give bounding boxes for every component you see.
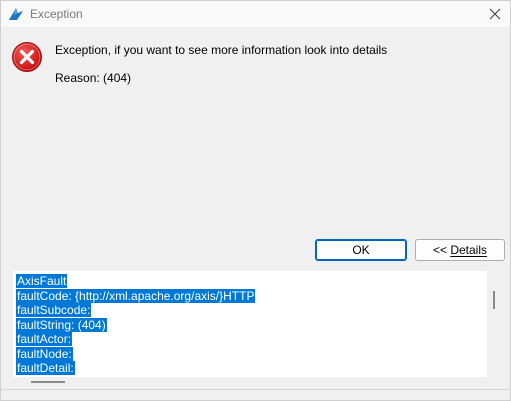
details-button-label: Details xyxy=(450,243,488,257)
horizontal-scrollbar-thumb[interactable] xyxy=(31,381,65,383)
details-line: faultSubcode: xyxy=(16,303,92,317)
ok-button[interactable]: OK xyxy=(315,239,407,261)
app-logo-icon xyxy=(9,8,23,20)
title-bar: Exception xyxy=(1,1,510,27)
window-title: Exception xyxy=(30,7,83,21)
details-line: AxisFault xyxy=(16,274,68,288)
vertical-scrollbar[interactable] xyxy=(487,271,501,377)
vertical-scrollbar-thumb[interactable] xyxy=(493,291,495,309)
error-reason: Reason: (404) xyxy=(55,71,132,85)
details-toggle-button[interactable]: << Details xyxy=(415,239,505,261)
error-icon xyxy=(12,42,42,72)
details-line: faultCode: {http://xml.apache.org/axis/}… xyxy=(16,288,256,303)
details-line: faultNode: xyxy=(16,346,73,361)
details-line: faultString: (404) xyxy=(16,317,107,332)
error-message: Exception, if you want to see more infor… xyxy=(55,43,388,57)
details-button-prefix: << xyxy=(432,243,451,257)
exception-dialog: Exception Exception, if you want to see … xyxy=(0,0,511,401)
details-line: faultDetail: xyxy=(16,361,75,375)
details-text-area[interactable]: AxisFault faultCode: {http://xml.apache.… xyxy=(13,271,487,377)
details-line: faultActor: xyxy=(16,332,73,346)
divider xyxy=(1,389,510,390)
close-icon[interactable] xyxy=(484,3,506,25)
